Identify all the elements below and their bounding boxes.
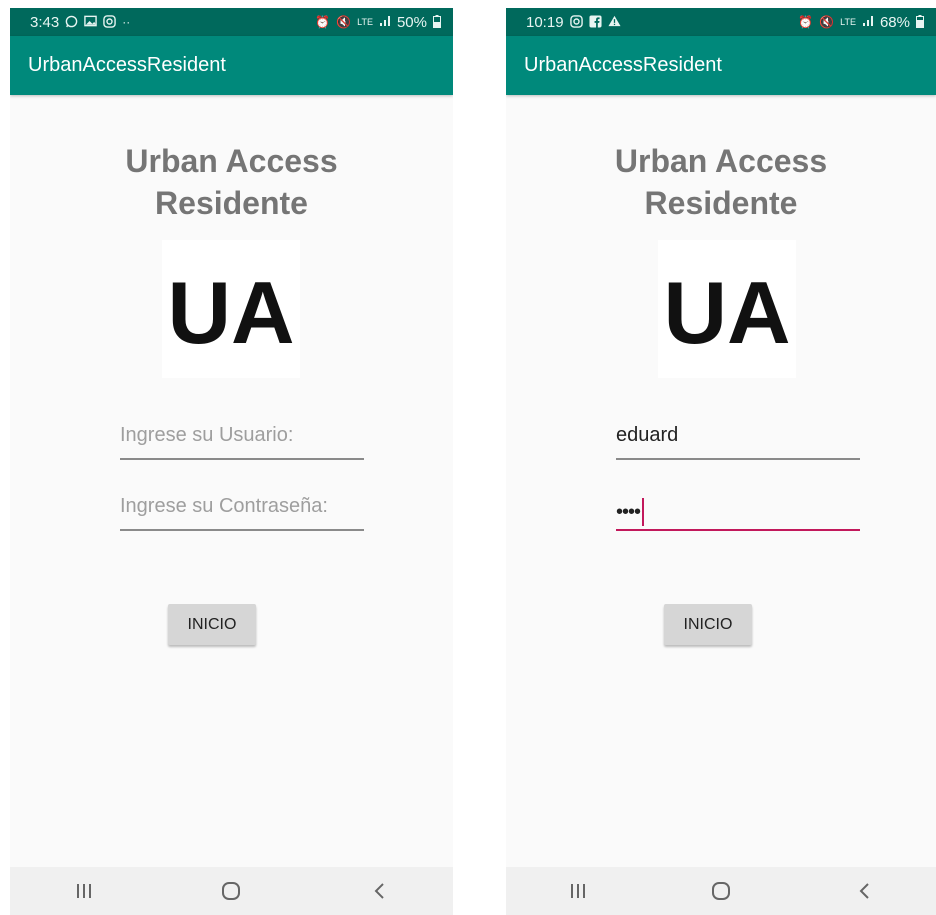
password-field[interactable]: Ingrese su Contraseña: — [120, 491, 364, 531]
page-title: Urban Access Residente — [506, 140, 936, 224]
battery-percent: 50% — [396, 13, 427, 31]
signal-icon — [379, 15, 391, 29]
status-time: 3:43 — [30, 13, 60, 31]
password-placeholder: Ingrese su Contraseña: — [120, 495, 328, 517]
network-type: LTE — [357, 17, 373, 27]
battery-percent: 68% — [879, 13, 910, 31]
username-placeholder: Ingrese su Usuario: — [120, 424, 294, 446]
login-button[interactable]: INICIO — [168, 604, 256, 645]
back-icon[interactable] — [349, 867, 409, 915]
instagram-icon — [569, 14, 583, 30]
more-dots-icon: ·· — [122, 15, 131, 29]
facebook-icon — [589, 14, 602, 30]
phone-screen-2: 10:19 ⏰ 🔇 LTE 68% UrbanAccessResident Ur… — [506, 8, 936, 915]
text-cursor — [642, 498, 645, 526]
system-nav-bar — [506, 867, 936, 915]
username-value: eduard — [616, 424, 679, 446]
network-type: LTE — [840, 17, 856, 27]
mute-icon: 🔇 — [819, 15, 835, 29]
battery-icon — [433, 14, 441, 30]
app-bar: UrbanAccessResident — [506, 36, 936, 95]
home-icon[interactable] — [691, 867, 751, 915]
username-field[interactable]: eduard — [616, 420, 860, 460]
home-icon[interactable] — [201, 867, 261, 915]
page-title-line1: Urban Access — [125, 143, 338, 179]
phone-screen-1: 3:43 ·· ⏰ 🔇 LTE 50% UrbanAccessResident … — [10, 8, 453, 915]
alarm-icon: ⏰ — [798, 15, 814, 29]
back-icon[interactable] — [834, 867, 894, 915]
warning-icon — [608, 15, 621, 29]
logo-text: UA — [167, 263, 294, 362]
page-title-line2: Residente — [644, 185, 798, 221]
page-title-line1: Urban Access — [614, 143, 828, 179]
alarm-icon: ⏰ — [315, 15, 331, 29]
mute-icon: 🔇 — [336, 15, 352, 29]
gallery-icon — [84, 15, 97, 29]
username-field[interactable]: Ingrese su Usuario: — [120, 420, 364, 460]
ua-logo: UA — [162, 240, 300, 378]
login-button[interactable]: INICIO — [664, 604, 752, 645]
app-bar: UrbanAccessResident — [10, 36, 453, 95]
ua-logo: UA — [658, 240, 796, 378]
password-field[interactable]: •••• — [616, 491, 860, 531]
status-bar: 10:19 ⏰ 🔇 LTE 68% — [506, 8, 936, 36]
page-title-line2: Residente — [155, 185, 308, 221]
status-time: 10:19 — [526, 13, 564, 31]
instagram-icon — [103, 14, 116, 30]
login-form: Urban Access Residente UA eduard •••• IN… — [506, 95, 936, 867]
recents-icon[interactable] — [54, 867, 114, 915]
logo-text: UA — [663, 263, 790, 362]
battery-icon — [916, 14, 924, 30]
app-bar-title: UrbanAccessResident — [28, 54, 226, 76]
whatsapp-icon — [65, 15, 78, 30]
status-bar: 3:43 ·· ⏰ 🔇 LTE 50% — [10, 8, 453, 36]
app-bar-title: UrbanAccessResident — [524, 54, 722, 76]
system-nav-bar — [10, 867, 453, 915]
login-form: Urban Access Residente UA Ingrese su Usu… — [10, 95, 453, 867]
signal-icon — [862, 15, 874, 29]
recents-icon[interactable] — [548, 867, 608, 915]
password-value: •••• — [616, 500, 641, 523]
page-title: Urban Access Residente — [10, 140, 453, 224]
